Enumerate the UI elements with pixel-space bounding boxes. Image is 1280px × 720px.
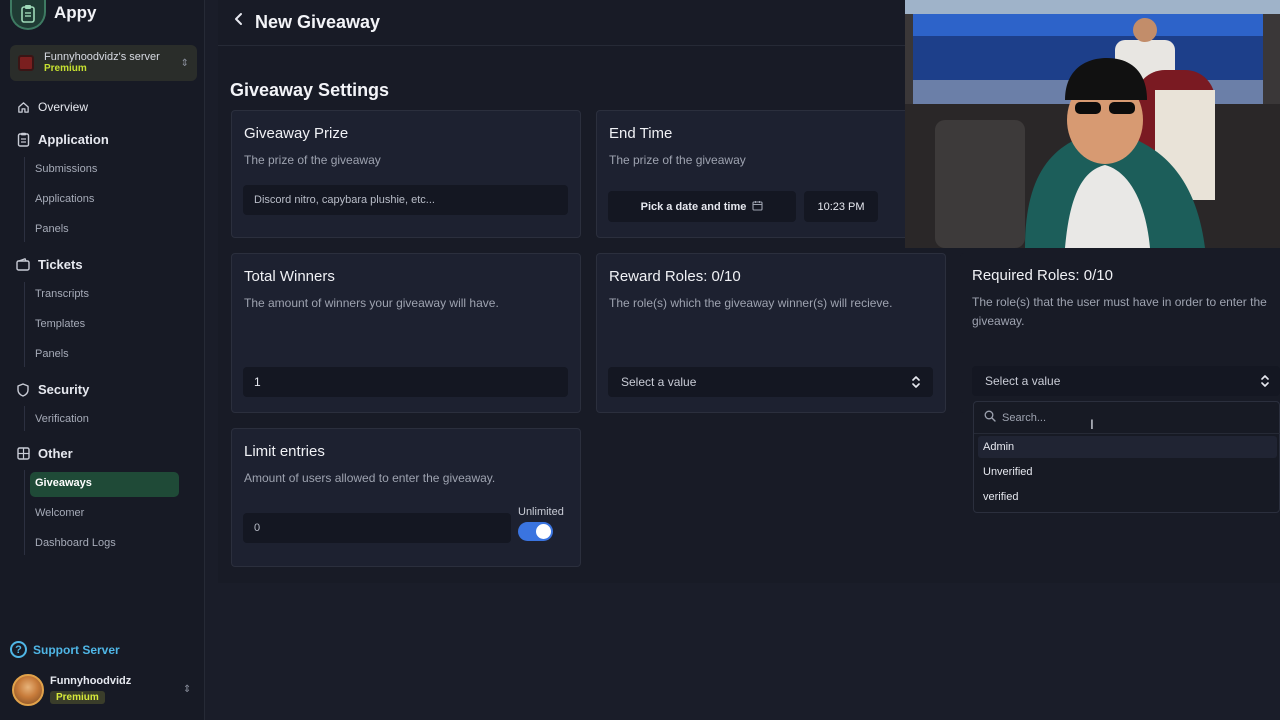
text-cursor-icon: I <box>1090 416 1094 432</box>
unlimited-toggle[interactable] <box>518 522 553 541</box>
webcam-image <box>905 0 1280 248</box>
sidebar-item-overview[interactable]: Overview <box>16 100 88 114</box>
divider <box>974 433 1280 434</box>
sidebar-section-label: Tickets <box>38 257 83 272</box>
sidebar-item-ticket-panels[interactable]: Panels <box>35 348 69 360</box>
card-limit-entries: Limit entries Amount of users allowed to… <box>231 428 581 567</box>
app-name: Appy <box>54 3 97 22</box>
date-picker-label: Pick a date and time <box>640 200 747 213</box>
limit-entries-input[interactable]: 0 <box>243 513 511 543</box>
server-icon <box>18 55 34 71</box>
sidebar-item-welcomer[interactable]: Welcomer <box>35 507 84 519</box>
chevron-updown-icon <box>912 376 920 388</box>
card-description: The prize of the giveaway <box>609 153 746 167</box>
dropdown-search[interactable]: Search... <box>984 410 1046 425</box>
sidebar-section-application[interactable]: Application <box>16 132 109 147</box>
sidebar-item-submissions[interactable]: Submissions <box>35 163 97 175</box>
card-description: The amount of winners your giveaway will… <box>244 296 499 310</box>
sidebar: Appy Funnyhoodvidz's server Premium ⇕ Ov… <box>0 0 205 720</box>
winners-input[interactable]: 1 <box>243 367 568 397</box>
card-giveaway-prize: Giveaway Prize The prize of the giveaway… <box>231 110 581 238</box>
sidebar-section-label: Other <box>38 446 73 461</box>
toggle-knob <box>536 524 551 539</box>
reward-roles-select[interactable]: Select a value <box>608 367 933 397</box>
divider <box>24 282 25 367</box>
ticket-icon <box>16 258 30 272</box>
sidebar-item-label: Overview <box>38 100 89 114</box>
page-title: New Giveaway <box>255 12 381 32</box>
sidebar-section-other[interactable]: Other <box>16 446 73 461</box>
card-total-winners: Total Winners The amount of winners your… <box>231 253 581 413</box>
user-name: Funnyhoodvidz <box>50 675 132 687</box>
card-title: Required Roles: 0/10 <box>972 267 1113 284</box>
shield-icon <box>16 382 30 397</box>
card-required-roles: Required Roles: 0/10 The role(s) that th… <box>960 253 1280 413</box>
roles-dropdown: Search... Admin Unverified verified <box>973 401 1280 513</box>
avatar <box>12 674 44 706</box>
dropdown-option-verified[interactable]: verified <box>978 486 1277 508</box>
sidebar-section-tickets[interactable]: Tickets <box>16 257 83 272</box>
clipboard-icon <box>10 0 46 30</box>
chevron-updown-icon[interactable]: ⇕ <box>183 684 191 695</box>
dropdown-option-unverified[interactable]: Unverified <box>978 461 1277 483</box>
calendar-icon <box>752 200 763 214</box>
card-end-time: End Time The prize of the giveaway Pick … <box>596 110 916 238</box>
divider <box>24 406 25 431</box>
back-icon[interactable] <box>234 12 244 31</box>
home-icon <box>16 100 30 114</box>
clipboard-icon <box>16 132 30 147</box>
chevron-updown-icon: ⇕ <box>180 57 189 69</box>
prize-input[interactable]: Discord nitro, capybara plushie, etc... <box>243 185 568 215</box>
card-description: The role(s) that the user must have in o… <box>972 295 1267 328</box>
select-placeholder: Select a value <box>985 374 1061 388</box>
sidebar-item-panels[interactable]: Panels <box>35 223 69 235</box>
card-description: The prize of the giveaway <box>244 153 381 167</box>
required-roles-select[interactable]: Select a value <box>972 366 1280 396</box>
time-input[interactable]: 10:23 PM <box>804 191 878 222</box>
grid-icon <box>16 447 30 461</box>
card-title: Limit entries <box>244 443 325 460</box>
support-label: Support Server <box>33 642 120 657</box>
user-premium-badge: Premium <box>50 691 105 704</box>
sidebar-item-giveaways[interactable]: Giveaways <box>35 477 92 489</box>
search-input[interactable]: Search... <box>1002 412 1046 424</box>
sidebar-item-templates[interactable]: Templates <box>35 318 85 330</box>
card-title: Total Winners <box>244 268 335 285</box>
section-title: Giveaway Settings <box>230 80 390 100</box>
card-description: Amount of users allowed to enter the giv… <box>244 471 496 485</box>
toggle-label: Unlimited <box>518 506 564 518</box>
divider <box>24 157 25 242</box>
support-server-link[interactable]: ? Support Server <box>10 641 120 658</box>
server-selector[interactable]: Funnyhoodvidz's server Premium ⇕ <box>10 45 197 81</box>
card-title: Reward Roles: 0/10 <box>609 268 741 285</box>
app-logo[interactable]: Appy <box>10 0 97 30</box>
dropdown-option-admin[interactable]: Admin <box>978 436 1277 458</box>
help-icon: ? <box>10 641 27 658</box>
card-title: End Time <box>609 125 673 142</box>
card-title: Giveaway Prize <box>244 125 349 142</box>
sidebar-item-dashboard-logs[interactable]: Dashboard Logs <box>35 537 116 549</box>
card-reward-roles: Reward Roles: 0/10 The role(s) which the… <box>596 253 946 413</box>
search-icon <box>984 410 996 425</box>
sidebar-section-label: Application <box>38 132 109 147</box>
server-name: Funnyhoodvidz's server <box>44 51 160 63</box>
sidebar-item-transcripts[interactable]: Transcripts <box>35 288 89 300</box>
sidebar-item-verification[interactable]: Verification <box>35 413 89 425</box>
server-premium-badge: Premium <box>44 63 87 74</box>
user-menu[interactable]: Funnyhoodvidz Premium <box>12 674 131 706</box>
card-description: The role(s) which the giveaway winner(s)… <box>609 296 893 310</box>
divider <box>24 470 25 555</box>
sidebar-section-label: Security <box>38 382 90 397</box>
date-picker-button[interactable]: Pick a date and time <box>608 191 796 222</box>
sidebar-section-security[interactable]: Security <box>16 382 89 397</box>
webcam-overlay <box>905 0 1280 248</box>
select-placeholder: Select a value <box>621 375 697 389</box>
sidebar-item-applications[interactable]: Applications <box>35 193 94 205</box>
chevron-updown-icon <box>1261 375 1269 387</box>
